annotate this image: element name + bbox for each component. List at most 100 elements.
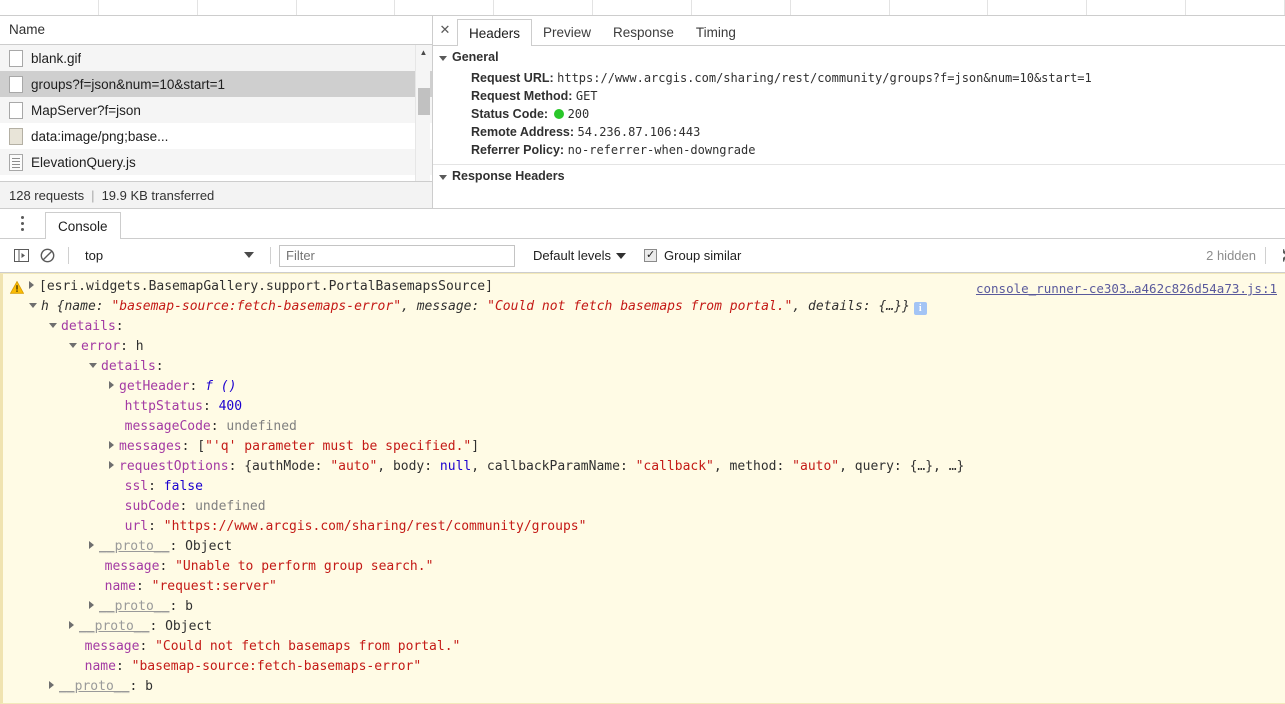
line-indent-spacer	[109, 399, 125, 414]
toolbar-segment[interactable]	[890, 0, 989, 15]
network-request-row[interactable]: MapServer?f=json	[0, 97, 432, 123]
tab-preview[interactable]: Preview	[532, 19, 602, 45]
general-rows: Request URL: https://www.arcgis.com/shar…	[433, 68, 1285, 158]
toolbar-segment[interactable]	[1087, 0, 1187, 15]
more-options-icon[interactable]	[0, 209, 45, 238]
toolbar-segment[interactable]	[1186, 0, 1285, 15]
network-request-row[interactable]: groups?f=json&num=10&start=1	[0, 71, 432, 97]
general-section-header[interactable]: General	[433, 46, 1285, 68]
chevron-down-icon[interactable]	[49, 323, 57, 328]
console-token: "basemap-source:fetch-basemaps-error"	[131, 659, 422, 674]
console-object-line[interactable]: url: "https://www.arcgis.com/sharing/res…	[3, 517, 1285, 537]
chevron-down-icon	[616, 252, 627, 259]
toolbar-segment[interactable]	[494, 0, 594, 15]
console-sidebar-icon[interactable]	[8, 243, 34, 269]
file-icon	[9, 101, 23, 119]
console-object-line[interactable]: details:	[3, 357, 1285, 377]
tab-headers[interactable]: Headers	[457, 19, 533, 46]
console-object-line[interactable]: h {name: "basemap-source:fetch-basemaps-…	[3, 297, 1285, 317]
group-similar-toggle[interactable]: ✓ Group similar	[644, 248, 741, 263]
console-object-line[interactable]: httpStatus: 400	[3, 397, 1285, 417]
chevron-down-icon[interactable]	[29, 303, 37, 308]
network-request-row[interactable]: blank.gif	[0, 45, 432, 71]
console-token: "Unable to perform group search."	[175, 559, 434, 574]
network-list-scrollbar[interactable]: ▲ ▼	[415, 45, 430, 193]
warning-icon	[9, 280, 25, 294]
toolbar-segment[interactable]	[395, 0, 495, 15]
console-object-line[interactable]: __proto__: Object	[3, 617, 1285, 637]
filter-input[interactable]	[279, 244, 515, 267]
gear-icon[interactable]	[1275, 248, 1285, 264]
chevron-right-icon[interactable]	[89, 541, 94, 549]
toolbar-segment[interactable]	[593, 0, 692, 15]
console-token: "basemap-source:fetch-basemaps-error"	[111, 299, 402, 314]
console-token: , body:	[377, 459, 440, 474]
network-request-row[interactable]: data:image/png;base...	[0, 123, 432, 149]
group-similar-checkbox[interactable]: ✓	[644, 249, 658, 262]
chevron-down-icon[interactable]	[69, 343, 77, 348]
console-object-line[interactable]: __proto__: Object	[3, 537, 1285, 557]
console-token: , details: {…}}	[792, 299, 910, 314]
toolbar-segment[interactable]	[297, 0, 396, 15]
header-value: 200	[567, 106, 590, 121]
console-object-line[interactable]: message: "Could not fetch basemaps from …	[3, 637, 1285, 657]
console-object-line[interactable]: requestOptions: {authMode: "auto", body:…	[3, 457, 1285, 477]
toolbar-segment[interactable]	[791, 0, 890, 15]
network-request-list[interactable]: blank.gif groups?f=json&num=10&start=1 Map…	[0, 45, 432, 193]
console-object-line[interactable]: __proto__: b	[3, 677, 1285, 697]
console-object-line[interactable]: error: h	[3, 337, 1285, 357]
chevron-right-icon[interactable]	[89, 601, 94, 609]
close-icon[interactable]: ✕	[433, 16, 457, 45]
console-token: : b	[169, 599, 193, 614]
chevron-down-icon[interactable]	[89, 363, 97, 368]
status-indicator-dot	[553, 108, 564, 119]
console-object-line[interactable]: details:	[3, 317, 1285, 337]
console-token: "Could not fetch basemaps from portal."	[487, 299, 793, 314]
console-source-link[interactable]: console_runner-ce303…a462c826d54a73.js:1	[976, 279, 1277, 299]
clear-console-icon[interactable]	[34, 243, 60, 269]
chevron-right-icon[interactable]	[109, 441, 114, 449]
tab-response[interactable]: Response	[602, 19, 685, 45]
tab-timing[interactable]: Timing	[685, 19, 747, 45]
console-object-line[interactable]: subCode: undefined	[3, 497, 1285, 517]
response-headers-section-header[interactable]: Response Headers	[433, 165, 1285, 187]
console-object-line[interactable]: messages: ["'q' parameter must be specif…	[3, 437, 1285, 457]
header-key: Request Method:	[471, 88, 576, 103]
hidden-messages-count: 2 hidden	[1206, 248, 1256, 263]
console-object-line[interactable]: messageCode: undefined	[3, 417, 1285, 437]
console-object-line[interactable]: getHeader: f ()	[3, 377, 1285, 397]
line-indent-spacer	[89, 579, 105, 594]
log-levels-dropdown[interactable]: Default levels	[533, 248, 627, 263]
chevron-right-icon[interactable]	[109, 381, 114, 389]
console-object-line[interactable]: name: "basemap-source:fetch-basemaps-err…	[3, 657, 1285, 677]
console-warning-message[interactable]: console_runner-ce303…a462c826d54a73.js:1…	[0, 273, 1285, 704]
toolbar-segment[interactable]	[99, 0, 198, 15]
status-separator: |	[91, 187, 95, 203]
console-tab-bar: Console	[0, 208, 1285, 239]
console-object-line[interactable]: ssl: false	[3, 477, 1285, 497]
toolbar-segment[interactable]	[988, 0, 1088, 15]
toolbar-segment[interactable]	[0, 0, 99, 15]
chevron-right-icon[interactable]	[49, 681, 54, 689]
console-token: :	[189, 379, 206, 394]
toolbar-segment[interactable]	[198, 0, 297, 15]
console-object-line[interactable]: __proto__: b	[3, 597, 1285, 617]
toolbar-segment[interactable]	[692, 0, 791, 15]
header-row: Remote Address: 54.236.87.106:443	[433, 122, 1285, 140]
chevron-right-icon[interactable]	[109, 461, 114, 469]
chevron-right-icon[interactable]	[29, 281, 34, 289]
execution-context-select[interactable]: top	[77, 245, 262, 267]
header-key: Request URL:	[471, 70, 558, 85]
scroll-up-arrow[interactable]: ▲	[416, 46, 431, 60]
console-object-line[interactable]: message: "Unable to perform group search…	[3, 557, 1285, 577]
console-token: :	[135, 579, 152, 594]
column-header-name[interactable]: Name	[9, 22, 45, 37]
tab-console[interactable]: Console	[45, 212, 121, 239]
console-output[interactable]: console_runner-ce303…a462c826d54a73.js:1…	[0, 273, 1285, 704]
chevron-right-icon[interactable]	[69, 621, 74, 629]
scrollbar-thumb[interactable]	[418, 88, 430, 115]
console-token: :	[155, 359, 164, 374]
network-request-row[interactable]: ElevationQuery.js	[0, 149, 432, 175]
console-token: false	[163, 479, 203, 494]
console-object-line[interactable]: name: "request:server"	[3, 577, 1285, 597]
